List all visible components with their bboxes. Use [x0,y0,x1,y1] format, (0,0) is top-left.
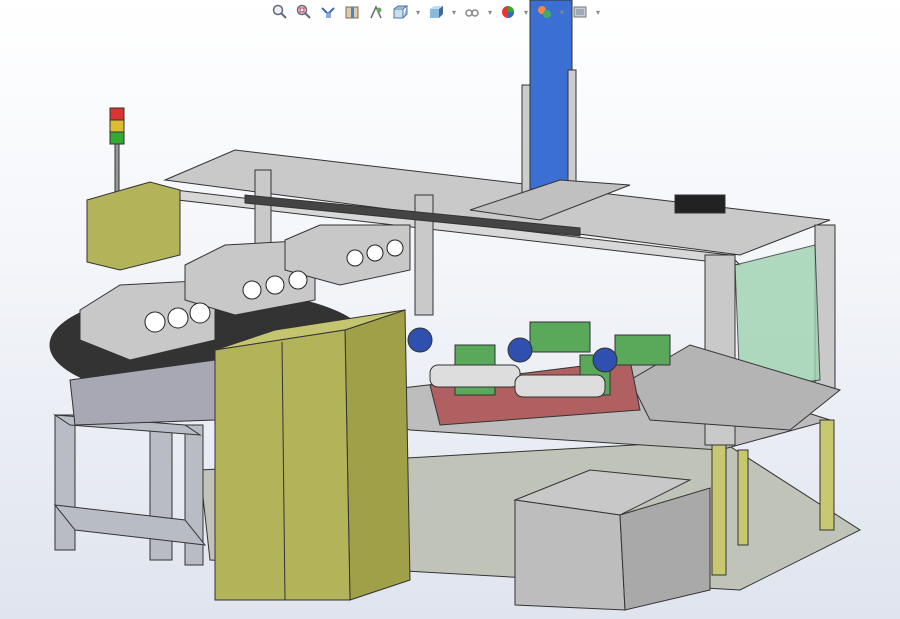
edit-appearance-icon [502,6,514,18]
view-orientation-icon [393,5,408,19]
table-leg [737,449,749,546]
storage-box [514,499,626,611]
hide-show-items-icon [465,9,479,17]
table-leg [819,419,835,531]
servo-motor [674,194,726,214]
signal-tower-green [109,131,125,145]
cylinder [429,364,521,388]
zoom-to-fit-icon [272,4,287,19]
table-leg [711,444,727,576]
lift-column [529,0,573,196]
display-style-dropdown[interactable]: ▾ [450,3,458,21]
edit-appearance-dropdown[interactable]: ▾ [522,3,530,21]
zoom-to-fit-button[interactable] [270,3,290,21]
previous-view-button[interactable] [318,3,338,21]
electrical-cabinet-side [344,309,411,601]
zoom-to-area-button[interactable] [294,3,314,21]
zoom-to-area-icon [296,4,311,19]
aluminum-stand [53,414,207,566]
signal-tower-red [109,107,125,121]
apply-scene-button[interactable] [534,3,554,21]
section-view-icon [345,6,359,19]
fixture-block [529,321,591,353]
section-view-button[interactable] [342,3,362,21]
motor [507,337,533,363]
cylinder [514,374,606,398]
graphics-area[interactable] [0,0,900,619]
view-orientation-dropdown[interactable]: ▾ [414,3,422,21]
control-box [86,181,181,271]
fixture-block [614,334,671,366]
view-settings-icon [573,6,587,18]
display-style-button[interactable] [426,3,446,21]
view-settings-button[interactable] [570,3,590,21]
apply-scene-dropdown[interactable]: ▾ [558,3,566,21]
signal-tower-yellow [109,119,125,133]
dynamic-annotation-button[interactable] [366,3,386,21]
edit-appearance-button[interactable] [498,3,518,21]
dynamic-annotation-views-icon [370,5,382,19]
motor [592,347,618,373]
heads-up-view-toolbar: ▾ ▾ ▾ ▾ ▾ ▾ [270,2,602,22]
apply-scene-icon [538,6,551,18]
hide-show-items-button[interactable] [462,3,482,21]
view-orientation-button[interactable] [390,3,410,21]
view-settings-dropdown[interactable]: ▾ [594,3,602,21]
hide-show-items-dropdown[interactable]: ▾ [486,3,494,21]
assembly-model [49,0,862,611]
display-style-icon [430,6,443,18]
motor [407,327,433,353]
previous-view-icon [321,7,335,18]
